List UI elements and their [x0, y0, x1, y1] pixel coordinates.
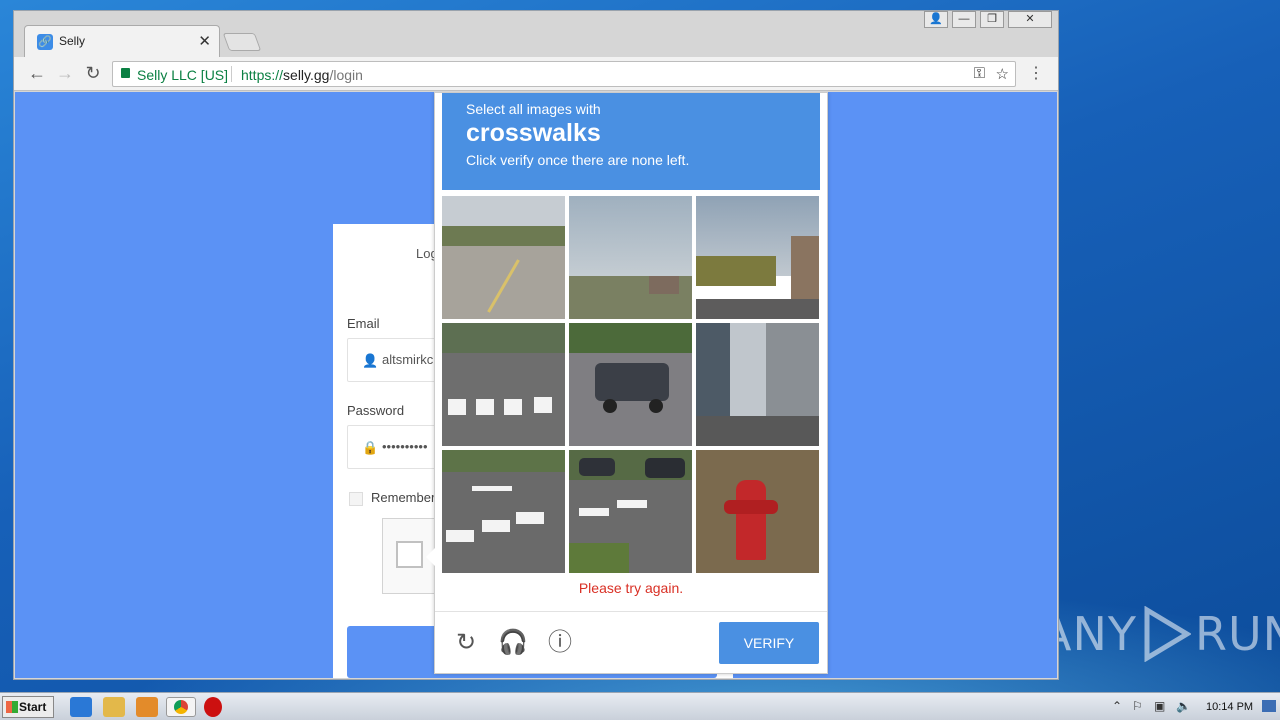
remember-label: Remember [371, 490, 436, 505]
captcha-tile-city-street[interactable] [696, 323, 819, 446]
captcha-footer: ↻ 🎧 ⓘ VERIFY [435, 611, 827, 673]
lock-icon [121, 68, 130, 78]
page-viewport: Log Email 👤 altsmirkc Password 🔒 •••••••… [15, 92, 1057, 678]
omnibox-separator [231, 66, 232, 82]
selly-favicon: 🔗 [37, 34, 53, 50]
captcha-challenge: Select all images with crosswalks Click … [426, 92, 828, 674]
user-icon: 👤 [362, 353, 379, 368]
show-desktop-button[interactable] [1262, 700, 1276, 712]
password-value: •••••••••• [382, 439, 428, 454]
captcha-tile-pickup-truck[interactable] [569, 323, 692, 446]
url-scheme: https:// [241, 67, 284, 83]
captcha-header: Select all images with crosswalks Click … [442, 93, 820, 190]
security-label[interactable]: Selly LLC [US] [137, 67, 228, 83]
url-path: /login [329, 67, 363, 83]
captcha-tile-crosswalk[interactable] [442, 323, 565, 446]
window-controls: 👤 — ❐ ✕ [924, 11, 1052, 28]
password-label: Password [347, 403, 405, 418]
captcha-tile-crosswalk[interactable] [442, 450, 565, 573]
minimize-button[interactable]: — [952, 11, 976, 28]
opera-icon[interactable] [204, 697, 222, 717]
play-icon [1144, 606, 1191, 662]
new-tab-button[interactable] [222, 33, 262, 51]
window-close-button[interactable]: ✕ [1008, 11, 1052, 28]
captcha-tile-fire-hydrant[interactable] [696, 450, 819, 573]
url-text[interactable]: https://selly.gg/login [241, 67, 363, 83]
captcha-tile-street[interactable] [442, 196, 565, 319]
key-icon[interactable]: ⚿ [974, 65, 985, 82]
verify-button[interactable]: VERIFY [719, 622, 819, 664]
user-icon[interactable]: 👤 [924, 11, 948, 28]
start-button[interactable]: Start [2, 696, 54, 718]
watermark-text-right: RUN [1194, 607, 1280, 661]
start-label: Start [19, 700, 47, 714]
clock[interactable]: 10:14 PM [1206, 701, 1253, 713]
media-player-icon[interactable] [136, 697, 158, 717]
ie-icon[interactable] [70, 697, 92, 717]
tab-title: Selly [59, 34, 86, 48]
captcha-tile-street[interactable] [696, 196, 819, 319]
system-tray: ⌃ ⚐ ▣ 🔈 [1104, 693, 1280, 720]
explorer-icon[interactable] [103, 697, 125, 717]
browser-toolbar: ← → ↻ Selly LLC [US] https://selly.gg/lo… [14, 57, 1058, 91]
captcha-tile-crosswalk[interactable] [569, 450, 692, 573]
anyrun-watermark: ANY RUN [1040, 606, 1280, 662]
captcha-error: Please try again. [578, 580, 684, 596]
captcha-instruction: Select all images with [466, 101, 601, 117]
captcha-tile-field[interactable] [569, 196, 692, 319]
info-icon[interactable]: ⓘ [545, 628, 575, 658]
address-bar[interactable]: Selly LLC [US] https://selly.gg/login ⚿ … [112, 61, 1016, 87]
captcha-subinstruction: Click verify once there are none left. [466, 152, 690, 168]
headphones-icon[interactable]: 🎧 [498, 628, 528, 658]
windows-logo-icon [6, 701, 18, 713]
email-value: altsmirkc [382, 352, 434, 367]
reload-icon[interactable]: ↻ [451, 628, 481, 658]
browser-tab[interactable]: 🔗 Selly ✕ [24, 25, 220, 57]
show-hidden-icon[interactable]: ⌃ [1112, 699, 1122, 713]
email-label: Email [347, 316, 380, 331]
lock-icon: 🔒 [362, 440, 379, 455]
recaptcha-checkbox[interactable] [396, 541, 423, 568]
captcha-keyword: crosswalks [466, 119, 601, 147]
captcha-image-grid [442, 196, 822, 576]
remember-checkbox[interactable] [349, 492, 363, 506]
menu-icon[interactable]: ⋮ [1028, 63, 1044, 83]
challenge-pointer [426, 548, 435, 566]
chrome-icon[interactable] [166, 697, 196, 717]
back-icon[interactable]: ← [26, 63, 48, 84]
volume-icon[interactable]: 🔈 [1176, 699, 1191, 713]
browser-titlebar: 🔗 Selly ✕ 👤 — ❐ ✕ [14, 11, 1058, 57]
tab-close-icon[interactable]: ✕ [198, 32, 211, 50]
star-icon[interactable]: ☆ [996, 65, 1009, 83]
forward-icon[interactable]: → [54, 63, 76, 84]
network-icon[interactable]: ▣ [1154, 699, 1165, 713]
flag-icon[interactable]: ⚐ [1132, 699, 1143, 713]
browser-window: 🔗 Selly ✕ 👤 — ❐ ✕ ← → ↻ Selly LLC [US] h… [13, 10, 1059, 680]
taskbar: Start ⌃ ⚐ ▣ 🔈 10:14 PM [0, 692, 1280, 720]
url-host: selly.gg [283, 67, 330, 83]
restore-button[interactable]: ❐ [980, 11, 1004, 28]
reload-icon[interactable]: ↻ [82, 63, 104, 84]
